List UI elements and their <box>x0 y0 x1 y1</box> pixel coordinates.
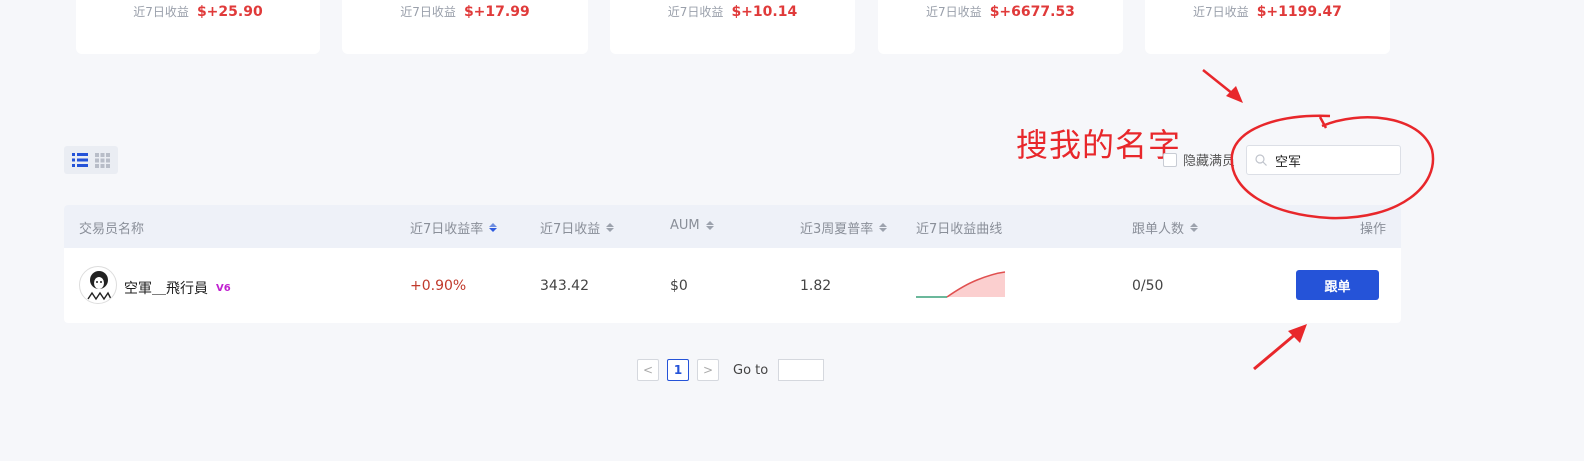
header-action: 操作 <box>1360 218 1386 237</box>
header-trader-name: 交易员名称 <box>79 218 144 237</box>
annotation-arrow-up <box>1253 324 1307 371</box>
header-curve: 近7日收益曲线 <box>916 218 1002 237</box>
goto-input[interactable] <box>778 359 825 381</box>
avatar-image <box>86 271 112 301</box>
annotation-circle-tail <box>1318 116 1328 129</box>
search-icon <box>1255 154 1267 166</box>
header-label: 近7日收益 <box>540 222 601 237</box>
card-label: 近7日收益 <box>667 5 724 19</box>
cell-followers: 0/50 <box>1132 278 1164 294</box>
annotation-text: 搜我的名字 <box>1016 126 1182 164</box>
card-value: $+17.99 <box>463 4 530 20</box>
grid-view-button[interactable] <box>93 150 113 170</box>
search-input[interactable] <box>1275 152 1385 168</box>
card-label: 近7日收益 <box>926 5 982 19</box>
card-value: $+10.14 <box>731 4 798 20</box>
trader-card[interactable]: 近7日收益 $+10.14 <box>610 0 855 54</box>
card-value: $+1199.47 <box>1256 4 1342 20</box>
cell-aum: $0 <box>670 278 688 294</box>
next-page-button[interactable]: > <box>697 359 719 381</box>
trader-card[interactable]: 近7日收益 $+25.90 <box>76 0 320 54</box>
header-label: 操作 <box>1360 222 1387 237</box>
search-box[interactable] <box>1246 145 1401 175</box>
hide-full-filter[interactable]: 隐藏满员 <box>1163 150 1235 169</box>
header-rate7[interactable]: 近7日收益率 <box>410 218 498 237</box>
page-number[interactable]: 1 <box>667 359 689 381</box>
avatar[interactable] <box>79 266 117 304</box>
header-aum[interactable]: AUM <box>670 218 714 233</box>
sort-icon[interactable] <box>705 221 714 230</box>
trader-table: 交易员名称 近7日收益率 近7日收益 AUM 近3周夏普率 近7日收益曲线 跟单… <box>64 205 1401 323</box>
header-sharpe[interactable]: 近3周夏普率 <box>800 218 888 237</box>
hide-full-checkbox[interactable] <box>1163 152 1177 167</box>
card-label: 近7日收益 <box>1193 5 1249 19</box>
cell-rate7: +0.90% <box>410 278 467 294</box>
trader-card[interactable]: 近7日收益 $+6677.53 <box>878 0 1123 54</box>
annotation-arrow-down <box>1202 69 1243 103</box>
sort-icon[interactable] <box>606 223 615 232</box>
prev-page-button[interactable]: < <box>637 359 659 381</box>
sort-icon[interactable] <box>879 223 888 232</box>
hide-full-label: 隐藏满员 <box>1183 154 1236 169</box>
header-label: 近7日收益曲线 <box>916 222 1003 237</box>
list-icon <box>71 153 88 167</box>
trader-name-text: 空軍＿飛行員 <box>124 281 208 297</box>
trader-card[interactable]: 近7日收益 $+17.99 <box>342 0 588 54</box>
table-header: 交易员名称 近7日收益率 近7日收益 AUM 近3周夏普率 近7日收益曲线 跟单… <box>64 205 1401 248</box>
top-trader-cards: 近7日收益 $+25.90 近7日收益 $+17.99 近7日收益 $+10.1… <box>0 0 1584 56</box>
header-label: 近7日收益率 <box>410 222 484 237</box>
header-label: 跟单人数 <box>1132 222 1185 237</box>
list-view-button[interactable] <box>70 150 90 170</box>
card-value: $+6677.53 <box>989 4 1075 20</box>
header-followers[interactable]: 跟单人数 <box>1132 218 1199 237</box>
header-profit7[interactable]: 近7日收益 <box>540 218 615 237</box>
trader-card[interactable]: 近7日收益 $+1199.47 <box>1145 0 1390 54</box>
sort-icon[interactable] <box>1190 223 1199 232</box>
card-value: $+25.90 <box>196 4 263 20</box>
table-row[interactable]: 空軍＿飛行員 V6 +0.90% 343.42 $0 1.82 0/50 跟单 <box>64 248 1401 323</box>
header-label: 近3周夏普率 <box>800 222 874 237</box>
sort-icon[interactable] <box>489 223 498 232</box>
header-label: AUM <box>670 218 700 233</box>
sparkline-area <box>947 272 1005 297</box>
goto-label: Go to <box>733 362 769 378</box>
follow-button[interactable]: 跟单 <box>1296 270 1379 300</box>
pagination: < 1 > Go to <box>637 359 825 381</box>
header-label: 交易员名称 <box>79 222 145 237</box>
cell-sharpe: 1.82 <box>800 278 832 294</box>
vip-badge: V6 <box>216 282 231 294</box>
cell-profit7: 343.42 <box>540 278 589 294</box>
card-label: 近7日收益 <box>400 5 456 19</box>
grid-icon <box>95 152 110 168</box>
trader-name[interactable]: 空軍＿飛行員 V6 <box>124 278 231 298</box>
profit-curve-sparkline <box>916 271 1006 298</box>
card-label: 近7日收益 <box>133 5 189 19</box>
view-toggle <box>64 146 118 174</box>
